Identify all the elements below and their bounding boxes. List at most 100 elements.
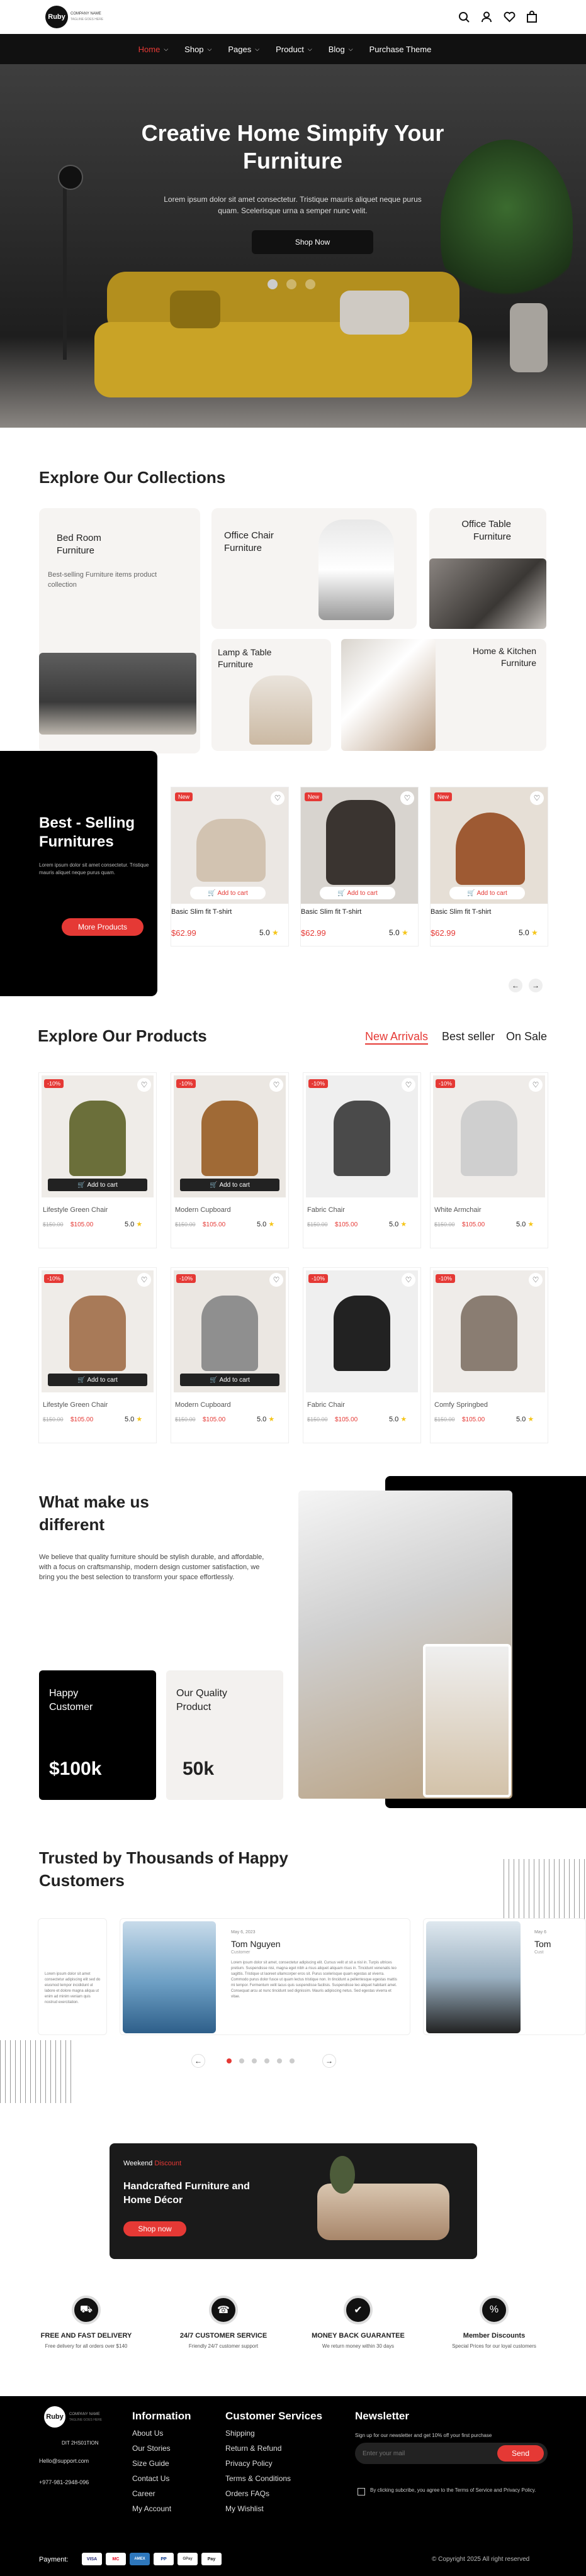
discount-badge: -10% [44,1274,64,1283]
prev-arrow-button[interactable]: ← [191,2054,205,2068]
payment-label: Payment: [39,2556,69,2563]
footer-address: DIT 2HS01TION [62,2440,99,2446]
more-products-button[interactable]: More Products [62,918,144,936]
tab-on-sale[interactable]: On Sale [506,1030,547,1043]
carousel-dot[interactable] [277,2058,282,2063]
add-to-cart-button[interactable]: 🛒 Add to cart [190,887,266,899]
wishlist-heart-icon[interactable]: ♡ [137,1078,151,1092]
carousel-dot[interactable] [252,2058,257,2063]
footer-link[interactable]: Orders FAQs [225,2489,326,2498]
nav-pages[interactable]: Pages [228,45,251,54]
product-shape [201,1101,258,1176]
nav-blog[interactable]: Blog [329,45,345,54]
search-icon[interactable] [458,11,470,23]
tab-new-arrivals[interactable]: New Arrivals [365,1030,429,1045]
newsletter-send-button[interactable]: Send [497,2445,544,2462]
footer-phone[interactable]: +977-981-2948-096 [39,2479,89,2485]
footer-link[interactable]: About Us [132,2429,208,2438]
wishlist-heart-icon[interactable]: ♡ [529,1273,543,1287]
collection-office-chair[interactable]: Office Chair Furniture [211,508,417,629]
bestselling-product-card[interactable]: New ♡ 🛒 Add to cart Basic Slim fit T-shi… [431,787,548,946]
footer-email[interactable]: Hello@support.com [39,2458,89,2464]
stat-label: Our Quality Product [176,1688,227,1713]
product-card[interactable]: -10% ♡ White Armchair $150.00 $105.00 5.0 ★ [431,1073,548,1248]
wishlist-heart-icon[interactable]: ♡ [402,1078,415,1092]
rating-value: 5.0 [257,1221,267,1228]
feature-text: Free delivery for all orders over $140 [45,2343,128,2349]
add-to-cart-button[interactable]: 🛒 Add to cart [48,1374,147,1386]
testimonials-title: Trusted by Thousands of Happy Customers [39,1848,288,1890]
footer-logo[interactable]: Ruby [44,2406,65,2428]
next-arrow-button[interactable]: → [322,2054,336,2068]
google-pay-icon: GPay [177,2553,198,2565]
nav-product[interactable]: Product [276,45,304,54]
copyright-icon: © [432,2556,439,2563]
add-to-cart-button[interactable]: 🛒 Add to cart [449,887,525,899]
wishlist-heart-icon[interactable]: ♡ [530,791,544,805]
product-card[interactable]: -10% ♡ Comfy Springbed $150.00 $105.00 5.0 ★ [431,1268,548,1443]
carousel-dot[interactable] [239,2058,244,2063]
cart-icon[interactable] [526,11,538,23]
tab-best-seller[interactable]: Best seller [442,1030,495,1043]
collection-lamp-table[interactable]: Lamp & Table Furniture [211,639,331,751]
nav-purchase-theme[interactable]: Purchase Theme [369,45,432,54]
collection-office-table[interactable]: Office Table Furniture [429,508,546,629]
footer-link[interactable]: Contact Us [132,2474,208,2483]
product-card[interactable]: -10% ♡ Fabric Chair $150.00 $105.00 5.0 ★ [303,1073,420,1248]
footer-link[interactable]: My Wishlist [225,2504,326,2513]
slider-dot[interactable] [286,279,296,289]
add-to-cart-button[interactable]: 🛒 Add to cart [180,1374,279,1386]
slider-dot[interactable] [305,279,315,289]
prev-arrow-button[interactable]: ← [509,979,522,992]
carousel-dot[interactable] [290,2058,295,2063]
bestselling-product-card[interactable]: New ♡ 🛒 Add to cart Basic Slim fit T-shi… [171,787,288,946]
slider-dot-active[interactable] [268,279,278,289]
product-card[interactable]: -10% ♡ 🛒 Add to cart Modern Cupboard $150.00… [171,1073,288,1248]
add-to-cart-button[interactable]: 🛒 Add to cart [180,1179,279,1191]
wishlist-heart-icon[interactable]: ♡ [269,1273,283,1287]
product-card[interactable]: -10% ♡ Fabric Chair $150.00 $105.00 5.0 ★ [303,1268,420,1443]
footer-link[interactable]: Shipping [225,2429,326,2438]
stat-value: 50k [183,1758,215,1779]
wishlist-heart-icon[interactable]: ♡ [137,1273,151,1287]
collection-home-kitchen[interactable]: Home & Kitchen Furniture [341,639,546,751]
consent-checkbox[interactable] [358,2488,365,2496]
add-to-cart-button[interactable]: 🛒 Add to cart [48,1179,147,1191]
add-to-cart-button[interactable]: 🛒 Add to cart [320,887,395,899]
bestselling-product-card[interactable]: New ♡ 🛒 Add to cart Basic Slim fit T-shi… [301,787,418,946]
footer-link[interactable]: My Account [132,2504,208,2513]
newsletter-email-input[interactable] [363,2448,488,2459]
promo-title: Handcrafted Furniture and Home Décor [123,2181,250,2206]
customer-photo [123,1921,216,2033]
user-icon[interactable] [481,11,492,23]
footer-link[interactable]: Privacy Policy [225,2459,326,2468]
carousel-dot[interactable] [264,2058,269,2063]
heart-icon[interactable] [504,11,516,23]
footer-link[interactable]: Terms & Conditions [225,2474,326,2483]
collection-name: Office Table Furniture [461,519,511,542]
wishlist-heart-icon[interactable]: ♡ [529,1078,543,1092]
cart-icon: 🛒 [210,1181,220,1189]
carousel-dot-active[interactable] [227,2058,232,2063]
wishlist-heart-icon[interactable]: ♡ [400,791,414,805]
wishlist-heart-icon[interactable]: ♡ [402,1273,415,1287]
footer-link[interactable]: Return & Refund [225,2444,326,2453]
hero-title: Creative Home Simpify Your Furniture [141,120,444,174]
lamp-shade [58,165,83,190]
product-rating: 5.0 ★ [257,1415,274,1423]
collection-bedroom[interactable]: Bed Room Furniture Best-selling Furnitur… [39,508,200,753]
product-card[interactable]: -10% ♡ 🛒 Add to cart Lifestyle Green Chair $… [39,1073,156,1248]
footer-link[interactable]: Career [132,2489,208,2498]
wishlist-heart-icon[interactable]: ♡ [271,791,285,805]
wishlist-heart-icon[interactable]: ♡ [269,1078,283,1092]
product-card[interactable]: -10% ♡ 🛒 Add to cart Lifestyle Green Chair $… [39,1268,156,1443]
next-arrow-button[interactable]: → [529,979,543,992]
shop-now-button[interactable]: Shop Now [252,230,373,254]
nav-home[interactable]: Home [138,45,161,54]
logo[interactable]: Ruby [45,6,68,28]
nav-shop[interactable]: Shop [184,45,203,54]
product-card[interactable]: -10% ♡ 🛒 Add to cart Modern Cupboard $150.00… [171,1268,288,1443]
promo-shop-button[interactable]: Shop now [123,2221,186,2236]
footer-link[interactable]: Our Stories [132,2444,208,2453]
footer-link[interactable]: Size Guide [132,2459,208,2468]
